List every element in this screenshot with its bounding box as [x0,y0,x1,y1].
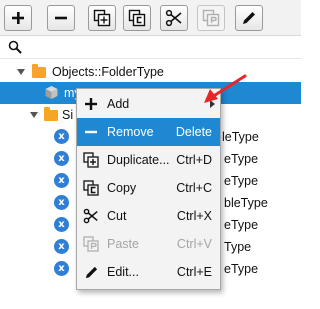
menu-item-shortcut: Delete [175,125,212,139]
copy-icon [83,180,99,196]
type-icon: x [54,261,69,276]
menu-item-add[interactable]: Add [77,90,220,118]
context-menu: Add Remove Delete Duplicate... Ctrl+D Co… [76,88,221,290]
duplicate-button[interactable] [88,5,116,31]
tree-item-label: leType [222,130,259,144]
paste-button[interactable] [197,5,225,31]
remove-button[interactable] [47,5,75,31]
tree-item-label: bleType [224,196,268,210]
menu-item-edit[interactable]: Edit... Ctrl+E [77,258,220,286]
pencil-icon [243,12,255,24]
tree-item-label: Type [224,240,252,254]
copy-icon [128,9,146,27]
tree-row-root[interactable]: Objects::FolderType [0,61,301,83]
menu-item-label: Remove [107,125,154,139]
search-icon [8,40,22,54]
menu-item-shortcut: Ctrl+V [176,237,212,251]
duplicate-icon [93,9,111,27]
menu-item-label: Add [107,97,130,111]
type-icon: x [54,173,69,188]
toolbar [0,0,301,36]
type-icon: x [54,129,69,144]
tree-item-label: Objects::FolderType [52,65,164,79]
scissors-icon [83,208,99,224]
menu-item-label: Duplicate... [107,153,170,167]
menu-item-cut[interactable]: Cut Ctrl+X [77,202,220,230]
menu-item-shortcut: Ctrl+E [176,265,212,279]
menu-item-label: Copy [107,181,137,195]
menu-item-label: Cut [107,209,127,223]
cut-button[interactable] [160,5,188,31]
type-icon: x [54,151,69,166]
menu-item-label: Paste [107,237,139,251]
menu-item-shortcut: Ctrl+X [176,209,212,223]
menu-item-remove[interactable]: Remove Delete [77,118,220,146]
object-icon [45,86,58,99]
menu-item-shortcut: Ctrl+D [176,153,212,167]
add-button[interactable] [4,5,32,31]
tree-item-label: eType [224,152,259,166]
menu-item-shortcut: Ctrl+C [176,181,212,195]
tree-item-label: eType [224,174,259,188]
plus-icon [12,12,24,24]
tree-item-label: eType [224,262,259,276]
menu-item-duplicate[interactable]: Duplicate... Ctrl+D [77,146,220,174]
minus-icon [55,16,67,20]
search-bar [0,37,301,59]
tree-item-label: eType [224,218,259,232]
edit-button[interactable] [235,5,263,31]
expand-arrow-icon[interactable] [30,112,38,118]
plus-icon [83,96,99,112]
tree-item-label: Si [62,108,74,122]
scissors-icon [165,9,182,27]
menu-item-paste[interactable]: Paste Ctrl+V [77,230,220,258]
duplicate-icon [83,152,99,168]
type-icon: x [54,217,69,232]
search-input[interactable] [28,39,294,57]
paste-icon [202,9,220,27]
menu-item-copy[interactable]: Copy Ctrl+C [77,174,220,202]
paste-icon [83,236,99,252]
submenu-arrow-icon [210,100,215,108]
expand-arrow-icon[interactable] [17,69,25,75]
menu-item-label: Edit... [107,265,139,279]
type-icon: x [54,239,69,254]
folder-icon [44,107,58,121]
pencil-icon [83,264,99,280]
folder-icon [32,64,46,78]
minus-icon [83,124,99,140]
type-icon: x [54,195,69,210]
copy-button[interactable] [123,5,151,31]
